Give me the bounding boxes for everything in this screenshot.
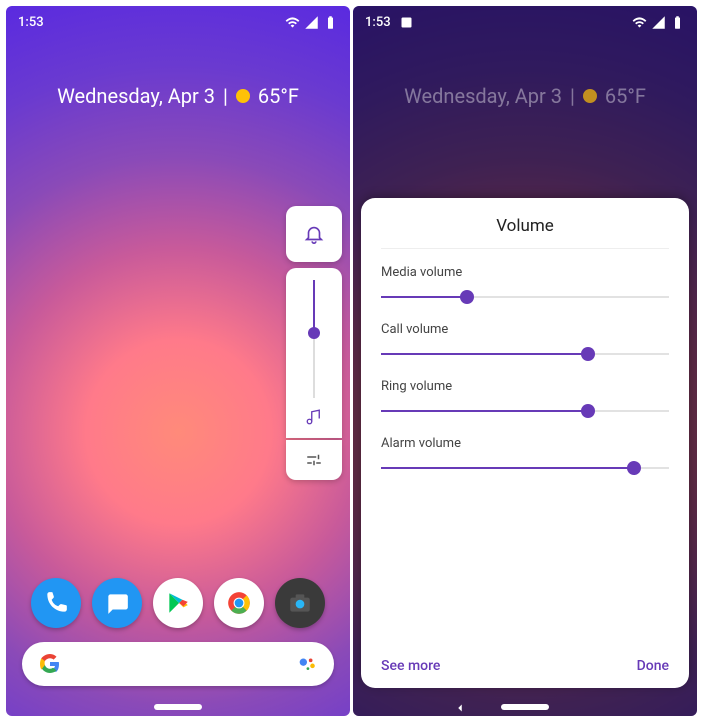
volume-slider[interactable] (286, 268, 342, 438)
volume-row-label: Media volume (381, 265, 669, 280)
volume-row-slider[interactable] (381, 353, 669, 355)
temp-text: 65°F (258, 84, 299, 108)
volume-row: Alarm volume (381, 436, 669, 469)
volume-panel: Volume Media volume Call volume Ring volum… (361, 198, 689, 688)
nav-home-pill[interactable] (154, 704, 202, 710)
nav-home-pill[interactable] (501, 704, 549, 710)
volume-row-label: Alarm volume (381, 436, 669, 451)
assistant-icon (296, 653, 318, 675)
phone-icon (43, 590, 69, 616)
volume-row-label: Call volume (381, 322, 669, 337)
volume-row-slider[interactable] (381, 410, 669, 412)
volume-settings-button[interactable] (286, 440, 342, 480)
status-bar: 1:53 (353, 12, 697, 32)
music-note-icon (305, 408, 323, 426)
signal-icon (651, 15, 666, 30)
volume-row: Media volume (381, 265, 669, 298)
google-g-icon (38, 652, 62, 676)
volume-track (313, 280, 315, 398)
temp-text: 65°F (605, 84, 646, 108)
app-camera[interactable] (275, 578, 325, 628)
date-sep: | (223, 84, 228, 108)
date-weather: Wednesday, Apr 3 | 65°F (353, 84, 697, 108)
clock: 1:53 (365, 15, 391, 30)
nav-bar (6, 704, 350, 710)
nav-back-button[interactable] (453, 700, 467, 714)
ringer-button[interactable] (286, 206, 342, 262)
battery-icon (670, 15, 685, 30)
play-store-icon (165, 590, 191, 616)
nav-bar (353, 704, 697, 710)
volume-mini-popup (286, 206, 342, 480)
date-weather[interactable]: Wednesday, Apr 3 | 65°F (6, 84, 350, 108)
screenshot-notif-icon (399, 15, 414, 30)
app-messages[interactable] (92, 578, 142, 628)
phone-volume-panel: 1:53 Wednesday, Apr 3 | 65°F Volume Medi… (353, 6, 697, 716)
messages-icon (104, 590, 130, 616)
done-button[interactable]: Done (637, 658, 669, 674)
weather-sun-icon (583, 89, 597, 103)
battery-icon (323, 15, 338, 30)
status-icons (632, 15, 685, 30)
weather-sun-icon (236, 89, 250, 103)
wifi-icon (285, 15, 300, 30)
camera-icon (287, 590, 313, 616)
phone-home: 1:53 Wednesday, Apr 3 | 65°F (6, 6, 350, 716)
volume-row-slider[interactable] (381, 296, 669, 298)
app-play-store[interactable] (153, 578, 203, 628)
search-bar[interactable] (22, 642, 334, 686)
volume-row: Ring volume (381, 379, 669, 412)
date-sep: | (570, 84, 575, 108)
app-chrome[interactable] (214, 578, 264, 628)
volume-row: Call volume (381, 322, 669, 355)
status-icons (285, 15, 338, 30)
status-bar: 1:53 (6, 12, 350, 32)
volume-row-slider[interactable] (381, 467, 669, 469)
bell-icon (303, 223, 325, 245)
app-phone[interactable] (31, 578, 81, 628)
date-text: Wednesday, Apr 3 (57, 84, 215, 108)
wifi-icon (632, 15, 647, 30)
see-more-button[interactable]: See more (381, 658, 440, 674)
volume-panel-title: Volume (381, 216, 669, 249)
signal-icon (304, 15, 319, 30)
app-dock (6, 578, 350, 628)
clock: 1:53 (18, 15, 44, 30)
volume-row-label: Ring volume (381, 379, 669, 394)
chrome-icon (226, 590, 252, 616)
sliders-icon (305, 451, 323, 469)
date-text: Wednesday, Apr 3 (404, 84, 562, 108)
